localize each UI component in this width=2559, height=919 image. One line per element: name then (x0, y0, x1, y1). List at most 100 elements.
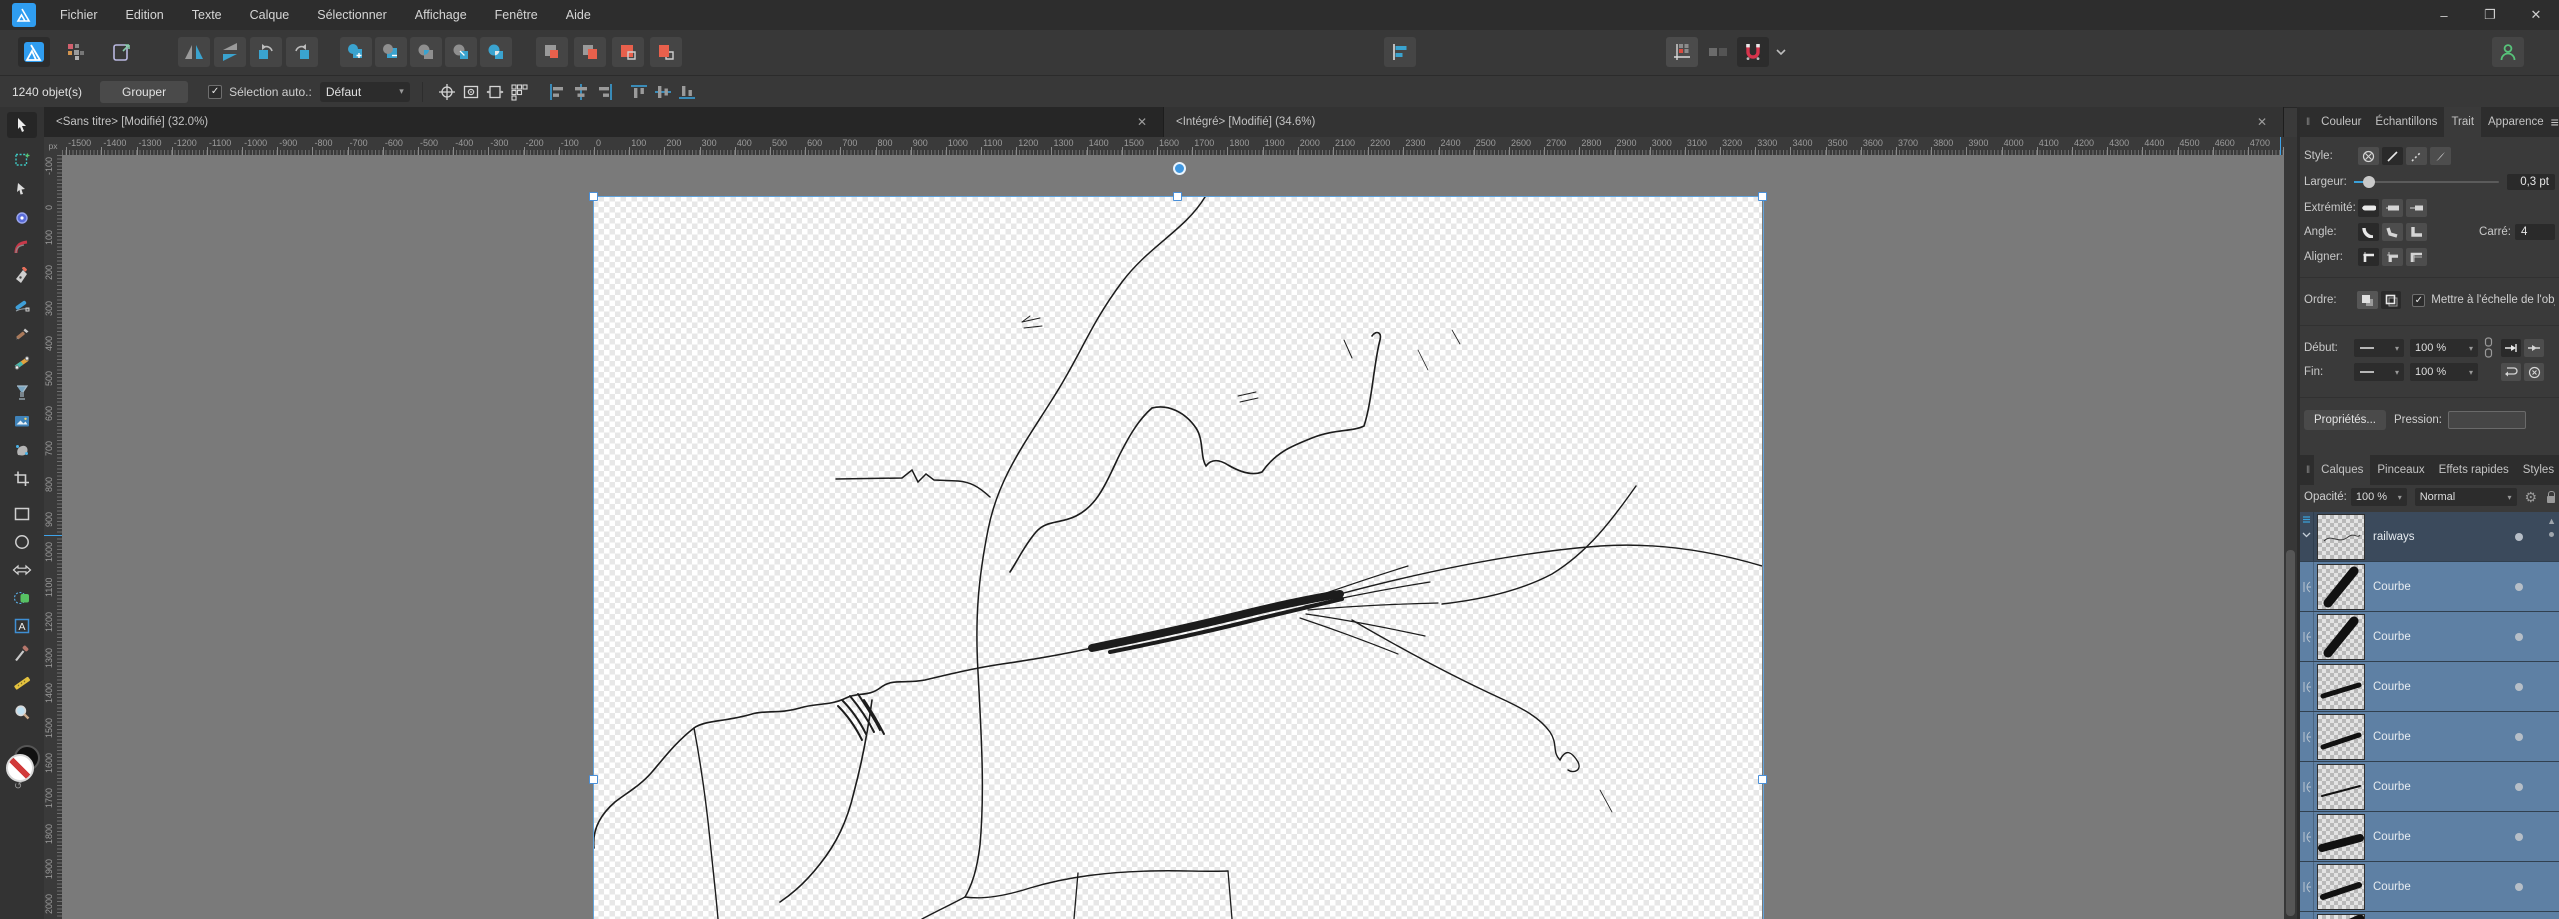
layer-name[interactable]: Courbe (2373, 881, 2411, 893)
layer-thumbnail[interactable] (2317, 864, 2365, 910)
layer-name[interactable]: Courbe (2373, 581, 2411, 593)
panel-menu-icon[interactable]: ≡ (2551, 114, 2559, 130)
fill-swatch-none[interactable] (6, 754, 34, 782)
boolean-add-button[interactable] (340, 37, 372, 67)
swap-swatches-icon[interactable]: ↺ (14, 781, 22, 792)
colour-picker-tool[interactable] (7, 641, 37, 667)
horizontal-ruler[interactable]: -1500-1400-1300-1200-1100-1000-900-800-7… (62, 137, 2284, 156)
rectangle-tool[interactable] (7, 501, 37, 527)
end-arrowhead-dropdown[interactable]: ▾ (2354, 363, 2404, 381)
pixel-persona-button[interactable] (60, 37, 92, 67)
insert-on-top-button[interactable] (574, 37, 606, 67)
width-slider[interactable] (2354, 175, 2499, 189)
arrow-shape-tool[interactable] (7, 557, 37, 583)
rotate-ccw-button[interactable] (250, 37, 282, 67)
boolean-intersect-button[interactable] (410, 37, 442, 67)
menu-item[interactable]: Fichier (46, 0, 112, 30)
join-round-button[interactable] (2358, 223, 2379, 241)
vector-persona-button[interactable] (18, 37, 50, 67)
panel-tab[interactable]: Couleur (2314, 107, 2368, 137)
boolean-divide-button[interactable] (445, 37, 477, 67)
point-transform-tool[interactable] (7, 205, 37, 231)
transform-origin-icon[interactable] (435, 81, 459, 103)
layer-thumbnail[interactable] (2317, 514, 2365, 560)
fill-stroke-wells[interactable]: ↺ (6, 745, 38, 785)
vector-brush-tool[interactable] (7, 292, 37, 318)
canvas-viewport[interactable] (62, 155, 2284, 919)
start-scale-dropdown[interactable]: 100 %▾ (2410, 339, 2478, 357)
account-person-icon[interactable] (2492, 37, 2524, 67)
pencil-tool[interactable] (7, 321, 37, 347)
arrow-at-end-button[interactable] (2501, 339, 2521, 357)
insert-behind-button[interactable] (612, 37, 644, 67)
layer-visibility-dot[interactable] (2515, 533, 2523, 541)
panel-tab[interactable]: Échantillons (2368, 107, 2444, 137)
blend-mode-dropdown[interactable]: Normal▾ (2415, 488, 2517, 506)
pen-tool[interactable] (7, 263, 37, 289)
menu-item[interactable]: Sélectionner (303, 0, 401, 30)
width-slider-thumb[interactable] (2363, 176, 2375, 188)
tab-close-icon[interactable]: ✕ (1133, 115, 1151, 129)
properties-button[interactable]: Propriétés... (2304, 410, 2386, 430)
link-start-end-icon[interactable] (2484, 337, 2493, 359)
selection-handle-mid-right[interactable] (1758, 775, 1767, 784)
selection-handle-mid-left[interactable] (589, 775, 598, 784)
align-left-icon[interactable] (545, 81, 569, 103)
menu-item[interactable]: Edition (112, 0, 178, 30)
layer-name[interactable]: Courbe (2373, 831, 2411, 843)
scale-with-object-checkbox[interactable]: ✓ (2412, 294, 2425, 307)
fill-gradient-tool[interactable] (7, 350, 37, 376)
align-right-icon[interactable] (593, 81, 617, 103)
transparency-tool[interactable] (7, 379, 37, 405)
close-button[interactable]: ✕ (2513, 0, 2559, 30)
lock-icon[interactable] (2547, 496, 2555, 503)
stroke-align-inside-button[interactable] (2382, 248, 2403, 266)
boolean-subtract-button[interactable] (375, 37, 407, 67)
layer-visibility-dot[interactable] (2515, 583, 2523, 591)
start-arrowhead-dropdown[interactable]: ▾ (2354, 339, 2404, 357)
layer-name[interactable]: Courbe (2373, 781, 2411, 793)
snapping-magnet-button[interactable] (1737, 37, 1769, 67)
layers-scroll-thumb[interactable] (2549, 532, 2554, 537)
stroke-align-center-button[interactable] (2358, 248, 2379, 266)
ellipse-tool[interactable] (7, 529, 37, 555)
layer-thumbnail[interactable] (2317, 664, 2365, 710)
layer-thumbnail[interactable] (2317, 814, 2365, 860)
measure-tool[interactable] (7, 670, 37, 696)
selection-handle-top-center[interactable] (1173, 192, 1182, 201)
transform-box-icon[interactable] (483, 81, 507, 103)
swap-arrowheads-icon[interactable] (2501, 363, 2521, 381)
layer-thumbnail[interactable] (2317, 714, 2365, 760)
place-image-tool[interactable] (7, 408, 37, 434)
panel-tab[interactable]: Apparence (2481, 107, 2551, 137)
selection-handle-top-left[interactable] (589, 192, 598, 201)
document-tab[interactable]: <Sans titre> [Modifié] (32.0%) ✕ (44, 107, 1164, 137)
stroke-behind-button[interactable] (2357, 291, 2378, 309)
snapping-candidates-button[interactable] (1702, 37, 1734, 67)
expand-column[interactable] (2300, 512, 2314, 564)
panel-drag-handle[interactable]: ‖ (2300, 465, 2314, 476)
join-miter-button[interactable] (2406, 223, 2427, 241)
layer-name[interactable]: Courbe (2373, 631, 2411, 643)
cycle-selection-box-icon[interactable] (459, 81, 483, 103)
layer-row-curve[interactable]: Courbe (2300, 562, 2559, 612)
panel-tab[interactable]: Calques (2314, 455, 2370, 485)
panel-tab[interactable]: Trait (2444, 107, 2481, 137)
export-persona-button[interactable] (106, 37, 138, 67)
insert-replace-button[interactable] (650, 37, 682, 67)
layer-visibility-dot[interactable] (2515, 833, 2523, 841)
artboard-tool[interactable] (7, 147, 37, 173)
stroke-dash-button[interactable] (2406, 147, 2427, 165)
layer-row-curve[interactable]: Courbe (2300, 862, 2559, 912)
align-top-icon[interactable] (627, 81, 651, 103)
align-bottom-icon[interactable] (675, 81, 699, 103)
zoom-tool[interactable] (7, 699, 37, 725)
layer-row-curve[interactable]: Courbe (2300, 662, 2559, 712)
canvas-vertical-scrollbar[interactable] (2284, 137, 2297, 919)
align-center-h-icon[interactable] (569, 81, 593, 103)
group-button[interactable]: Grouper (100, 81, 188, 103)
auto-select-preset-dropdown[interactable]: Défaut▾ (320, 82, 410, 102)
stroke-solid-button[interactable] (2382, 147, 2403, 165)
join-bevel-button[interactable] (2382, 223, 2403, 241)
rotation-handle[interactable] (1173, 162, 1186, 175)
